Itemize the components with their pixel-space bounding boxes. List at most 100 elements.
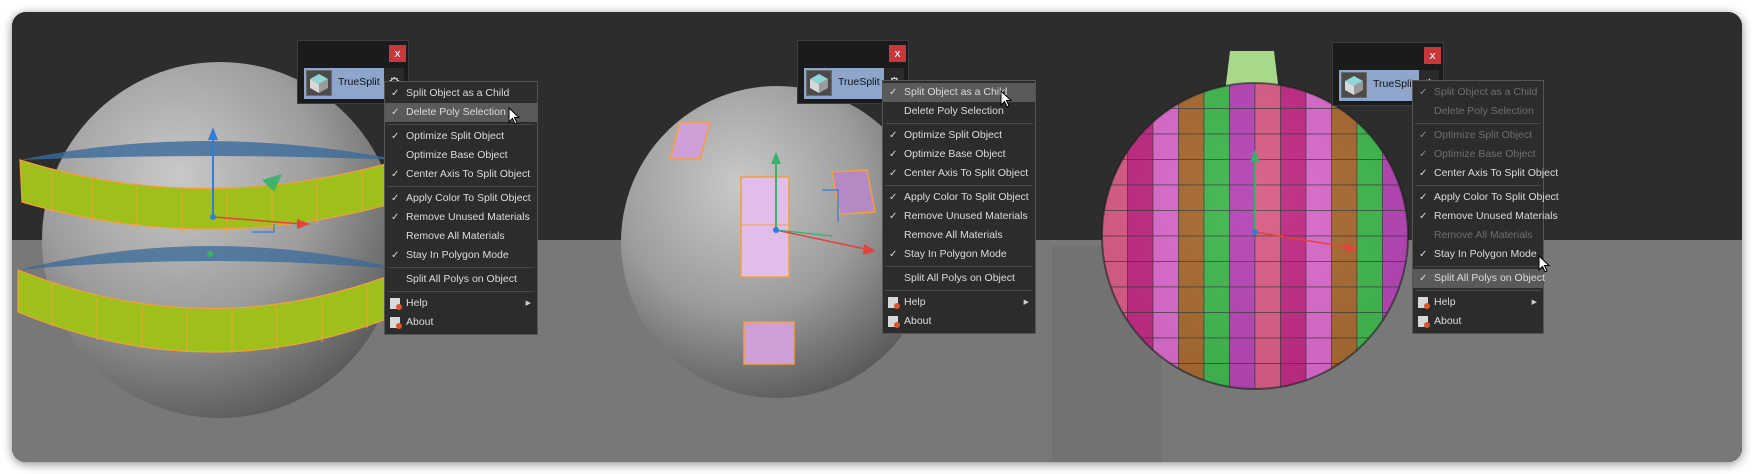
check-icon: ✓ [1419, 211, 1428, 222]
menu-item-label: Apply Color To Split Object [406, 192, 531, 204]
base-sphere [42, 62, 398, 418]
menu-item-label: Remove All Materials [1434, 229, 1533, 241]
menu-separator [387, 291, 535, 292]
plugin-name: TrueSplit [1373, 78, 1415, 90]
menu-item-label: Apply Color To Split Object [1434, 191, 1559, 203]
menu-item-label: Delete Poly Selection [406, 106, 506, 118]
menu-item-center-axis-to-split-object[interactable]: ✓ Center Axis To Split Object [1413, 164, 1558, 183]
truesplit-logo-icon [1341, 72, 1367, 98]
menu-item-apply-color-to-split-object[interactable]: ✓ Apply Color To Split Object [1413, 188, 1559, 207]
menu-item-stay-in-polygon-mode[interactable]: ✓ Stay In Polygon Mode [385, 246, 537, 265]
menu-item-remove-unused-materials[interactable]: ✓ Remove Unused Materials [1413, 207, 1558, 226]
menu-item-label: Apply Color To Split Object [904, 191, 1029, 203]
menu-separator [1415, 266, 1541, 267]
menu-item-split-object-as-a-child: ✓ Split Object as a Child [1413, 83, 1543, 102]
menu-item-remove-all-materials[interactable]: Remove All Materials [385, 227, 537, 246]
menu-item-label: Remove Unused Materials [904, 210, 1028, 222]
menu-item-split-object-as-a-child[interactable]: ✓ Split Object as a Child [385, 84, 537, 103]
menu-item-label: Optimize Split Object [904, 129, 1003, 141]
check-icon: ✓ [889, 130, 898, 141]
check-icon: ✓ [391, 131, 400, 142]
close-button[interactable]: x [889, 45, 906, 62]
menu-separator [885, 123, 1033, 124]
selected-poly [740, 176, 790, 278]
menu-item-label: Help [406, 297, 428, 309]
menu-item-help[interactable]: Help ▶ [1413, 293, 1543, 312]
check-icon: ✓ [391, 193, 400, 204]
menu-separator [387, 267, 535, 268]
menu-item-remove-unused-materials[interactable]: ✓ Remove Unused Materials [883, 207, 1035, 226]
menu-item-label: Optimize Split Object [406, 130, 505, 142]
menu-item-apply-color-to-split-object[interactable]: ✓ Apply Color To Split Object [385, 189, 537, 208]
menu-item-center-axis-to-split-object[interactable]: ✓ Center Axis To Split Object [385, 165, 537, 184]
truesplit-logo-icon [306, 70, 332, 96]
check-icon: ✓ [889, 149, 898, 160]
menu-item-label: Center Axis To Split Object [406, 168, 531, 180]
check-icon: ✓ [889, 168, 898, 179]
mouse-cursor-icon [1000, 90, 1013, 108]
truesplit-logo-icon [806, 70, 832, 96]
check-icon: ✓ [1419, 130, 1428, 141]
plugin-icon [1418, 316, 1430, 328]
mouse-cursor-icon [1538, 255, 1551, 273]
menu-separator [1415, 290, 1541, 291]
mouse-cursor-icon [508, 107, 521, 125]
menu-item-label: Stay In Polygon Mode [1434, 248, 1537, 260]
menu-item-help[interactable]: Help ▶ [883, 293, 1035, 312]
check-icon: ✓ [889, 87, 898, 98]
truesplit-button[interactable]: TrueSplit [304, 68, 384, 99]
menu-item-stay-in-polygon-mode[interactable]: ✓ Stay In Polygon Mode [883, 245, 1035, 264]
options-menu: ✓ Split Object as a Child Delete Poly Sele… [882, 80, 1036, 334]
menu-separator [885, 266, 1033, 267]
menu-item-apply-color-to-split-object[interactable]: ✓ Apply Color To Split Object [883, 188, 1035, 207]
menu-item-label: Delete Poly Selection [904, 105, 1004, 117]
plugin-icon [888, 316, 900, 328]
menu-separator [1415, 185, 1541, 186]
menu-item-help[interactable]: Help ▶ [385, 294, 537, 313]
menu-item-stay-in-polygon-mode[interactable]: ✓ Stay In Polygon Mode [1413, 245, 1543, 264]
menu-item-center-axis-to-split-object[interactable]: ✓ Center Axis To Split Object [883, 164, 1035, 183]
menu-item-optimize-base-object[interactable]: Optimize Base Object [385, 146, 537, 165]
menu-separator [885, 290, 1033, 291]
menu-item-about[interactable]: About [883, 312, 1035, 331]
menu-item-label: Help [1434, 296, 1456, 308]
menu-item-optimize-split-object[interactable]: ✓ Optimize Split Object [385, 127, 537, 146]
menu-separator [387, 186, 535, 187]
check-icon: ✓ [1419, 273, 1428, 284]
menu-item-label: Delete Poly Selection [1434, 105, 1534, 117]
menu-item-remove-all-materials[interactable]: Remove All Materials [883, 226, 1035, 245]
check-icon: ✓ [889, 211, 898, 222]
close-button[interactable]: x [1424, 47, 1441, 64]
check-icon: ✓ [889, 192, 898, 203]
menu-item-label: Optimize Base Object [406, 149, 508, 161]
check-icon: ✓ [391, 88, 400, 99]
menu-item-label: Optimize Split Object [1434, 129, 1533, 141]
menu-item-label: Remove All Materials [406, 230, 505, 242]
menu-item-label: Center Axis To Split Object [904, 167, 1029, 179]
check-icon: ✓ [391, 250, 400, 261]
menu-item-label: Optimize Base Object [1434, 148, 1536, 160]
submenu-arrow-icon: ▶ [1531, 298, 1537, 306]
plugin-icon [390, 298, 402, 310]
menu-item-label: Split All Polys on Object [904, 272, 1015, 284]
menu-item-label: Split Object as a Child [1434, 86, 1538, 98]
menu-item-remove-unused-materials[interactable]: ✓ Remove Unused Materials [385, 208, 537, 227]
plugin-icon [888, 297, 900, 309]
menu-item-optimize-base-object[interactable]: ✓ Optimize Base Object [883, 145, 1035, 164]
check-icon: ✓ [889, 249, 898, 260]
plugin-name: TrueSplit [338, 76, 380, 88]
menu-item-about[interactable]: About [1413, 312, 1543, 331]
menu-item-label: Split Object as a Child [904, 86, 1008, 98]
menu-separator [885, 185, 1033, 186]
menu-item-about[interactable]: About [385, 313, 537, 332]
menu-item-optimize-split-object[interactable]: ✓ Optimize Split Object [883, 126, 1035, 145]
truesplit-button[interactable]: TrueSplit [1339, 70, 1419, 101]
close-button[interactable]: x [389, 45, 406, 62]
screenshot-frame: x TrueSplit ⚙ ✓Split Object as a Child✓D… [12, 12, 1742, 462]
menu-item-label: Split Object as a Child [406, 87, 510, 99]
truesplit-button[interactable]: TrueSplit [804, 68, 884, 99]
menu-item-split-all-polys-on-object[interactable]: Split All Polys on Object [385, 270, 537, 289]
menu-item-split-all-polys-on-object[interactable]: ✓ Split All Polys on Object [1413, 269, 1545, 288]
menu-item-split-all-polys-on-object[interactable]: Split All Polys on Object [883, 269, 1035, 288]
menu-item-delete-poly-selection: Delete Poly Selection [1413, 102, 1543, 121]
